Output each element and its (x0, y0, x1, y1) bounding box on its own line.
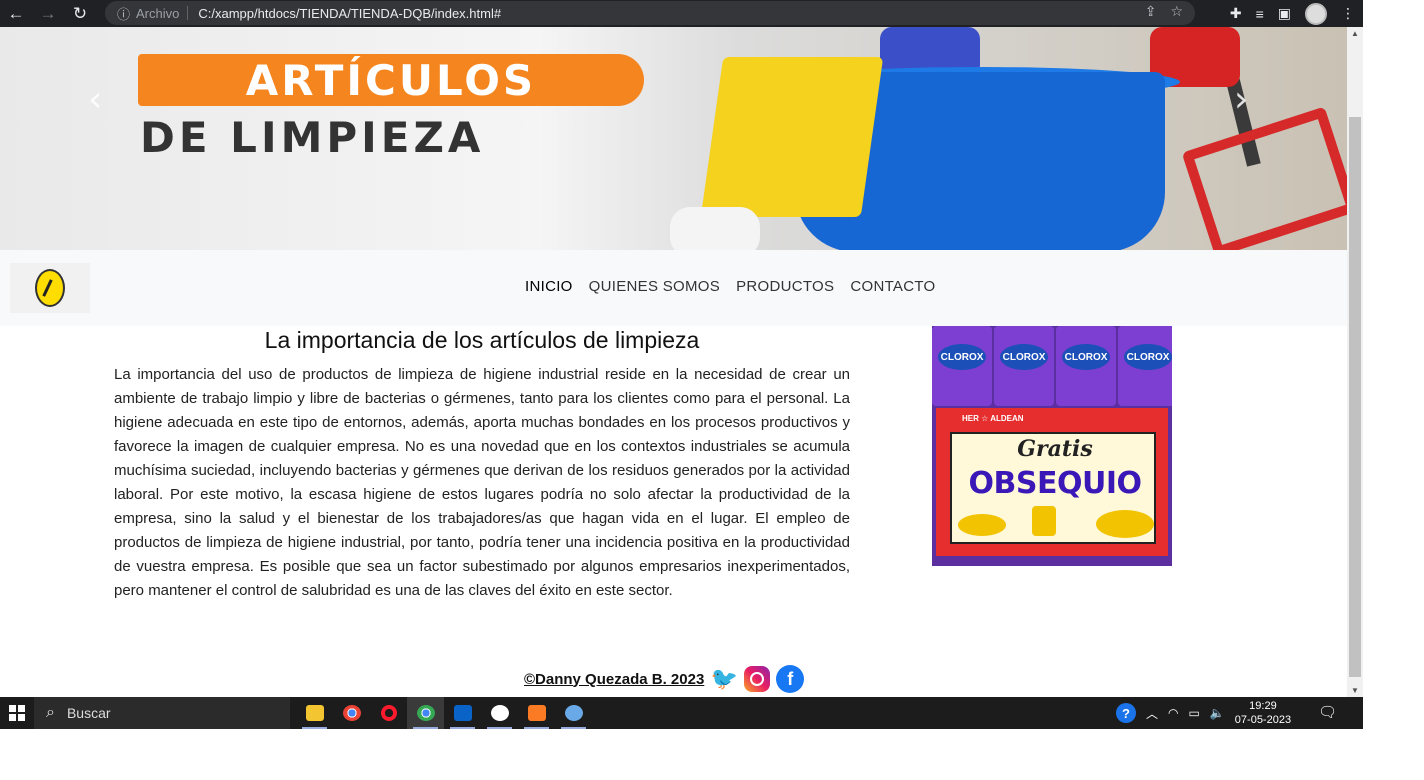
pack-brand: CLOROX (1124, 344, 1172, 370)
site-navbar: INICIO QUIENES SOMOS PRODUCTOS CONTACTO (0, 250, 1347, 326)
facebook-icon[interactable]: f (776, 665, 805, 693)
clock-date: 07-05-2023 (1234, 714, 1292, 726)
search-placeholder: Buscar (66, 705, 111, 721)
taskbar-apps (296, 697, 592, 729)
pack-brand: CLOROX (1062, 344, 1110, 370)
search-icon: ⌕ (46, 704, 55, 721)
promo-gratis: Gratis (1017, 436, 1093, 462)
outlook-icon[interactable] (444, 697, 481, 729)
profile-avatar[interactable] (1305, 2, 1327, 25)
clock-time: 19:29 (1249, 700, 1277, 712)
address-bar[interactable]: ⓘ Archivo C:/xampp/htdocs/TIENDA/TIENDA-… (105, 1, 1195, 25)
yellow-basin-icon (958, 514, 1006, 536)
windows-taskbar: ⌕ Buscar ? ︿ ◠ ▭ 🔈 19:29 07-05-2023 🗨 (0, 697, 1363, 729)
yellow-cup-icon (1032, 506, 1056, 536)
wifi-icon[interactable]: ◠ (1168, 706, 1178, 720)
carousel-next-icon[interactable]: › (1234, 79, 1248, 120)
extensions-icon[interactable]: ✚ (1230, 5, 1242, 22)
share-icon[interactable]: ⇪ (1145, 3, 1157, 20)
system-tray: ? ︿ ◠ ▭ 🔈 19:29 07-05-2023 (1116, 697, 1291, 729)
nav-inicio[interactable]: INICIO (525, 278, 573, 295)
page-scrollbar[interactable]: ▲ ▼ (1347, 27, 1363, 697)
battery-icon[interactable]: ▭ (1189, 706, 1200, 720)
store-brand: HER ☆ ALDEAN (962, 414, 1024, 423)
app-icon[interactable] (555, 697, 592, 729)
nav-links: INICIO QUIENES SOMOS PRODUCTOS CONTACTO (525, 278, 936, 295)
article-title: La importancia de los artículos de limpi… (264, 327, 700, 353)
star-icon[interactable]: ☆ (1170, 3, 1183, 20)
reading-list-icon[interactable]: ≡ (1256, 6, 1264, 22)
instagram-icon[interactable] (744, 666, 771, 692)
promo-card: Gratis OBSEQUIO (950, 432, 1156, 544)
yellow-basin-icon (1096, 510, 1154, 538)
browser-toolbar: ← → ↻ ⓘ Archivo C:/xampp/htdocs/TIENDA/T… (0, 0, 1363, 27)
yellow-cloth (700, 57, 884, 217)
notification-icon[interactable]: 🗨 (1318, 703, 1337, 721)
xampp-icon[interactable] (518, 697, 555, 729)
web-page: ARTÍCULOS DE LIMPIEZA ‹ › INICIO QUIENES… (0, 27, 1347, 697)
nav-productos[interactable]: PRODUCTOS (736, 278, 834, 295)
carousel-banner: ARTÍCULOS DE LIMPIEZA ‹ › (0, 27, 1347, 250)
screen: ← → ↻ ⓘ Archivo C:/xampp/htdocs/TIENDA/T… (0, 0, 1424, 780)
banner-title-box: ARTÍCULOS (138, 54, 644, 106)
chevron-up-icon[interactable]: ︿ (1146, 705, 1158, 722)
github-icon[interactable] (481, 697, 518, 729)
volume-icon[interactable]: 🔈 (1210, 706, 1225, 720)
pack-brand: CLOROX (1000, 344, 1048, 370)
nav-quienes-somos[interactable]: QUIENES SOMOS (589, 278, 720, 295)
article-body: La importancia del uso de productos de l… (114, 366, 850, 599)
scroll-up-icon[interactable]: ▲ (1347, 29, 1363, 38)
broom-logo-icon (35, 269, 65, 307)
info-icon[interactable]: ⓘ (117, 4, 130, 23)
sidebar-icon[interactable]: ▣ (1278, 5, 1291, 22)
scroll-thumb[interactable] (1349, 117, 1361, 677)
taskbar-search[interactable]: ⌕ Buscar (34, 697, 290, 729)
footer: ©Danny Quezada B. 2023 🐦 f (524, 665, 805, 693)
forward-icon[interactable]: → (32, 0, 64, 27)
pack-brand: CLOROX (938, 344, 986, 370)
clock[interactable]: 19:29 07-05-2023 (1235, 699, 1291, 727)
product-pack: CLOROX (932, 326, 992, 406)
back-icon[interactable]: ← (0, 0, 32, 27)
reload-icon[interactable]: ↻ (64, 0, 96, 27)
twitter-icon[interactable]: 🐦 (710, 665, 738, 693)
windows-start-icon[interactable] (0, 697, 34, 729)
opera-icon[interactable] (370, 697, 407, 729)
chrome-icon[interactable] (333, 697, 370, 729)
chrome-active-icon[interactable] (407, 697, 444, 729)
promo-obsequio: OBSEQUIO (968, 466, 1143, 501)
promo-image[interactable]: CLOROX CLOROX CLOROX CLOROX HER ☆ ALDEAN… (932, 326, 1172, 566)
scroll-down-icon[interactable]: ▼ (1347, 686, 1363, 695)
scheme-label: Archivo (136, 5, 180, 21)
red-mop (1181, 106, 1347, 250)
product-pack: CLOROX (1118, 326, 1172, 406)
carousel-prev-icon[interactable]: ‹ (88, 79, 102, 120)
url-text[interactable]: C:/xampp/htdocs/TIENDA/TIENDA-DQB/index.… (198, 6, 501, 21)
help-icon[interactable]: ? (1116, 703, 1136, 723)
nav-contacto[interactable]: CONTACTO (850, 278, 935, 295)
promo-sign: HER ☆ ALDEAN Gratis OBSEQUIO (936, 408, 1168, 556)
file-explorer-icon[interactable] (296, 697, 333, 729)
divider (187, 6, 189, 20)
banner-title-line2: DE LIMPIEZA (140, 113, 485, 162)
footer-credit[interactable]: ©Danny Quezada B. 2023 (524, 671, 704, 688)
site-logo[interactable] (10, 263, 90, 313)
product-pack: CLOROX (1056, 326, 1116, 406)
product-pack: CLOROX (994, 326, 1054, 406)
banner-title-line1: ARTÍCULOS (245, 55, 537, 105)
menu-icon[interactable]: ⋮ (1341, 5, 1355, 22)
bottle-white (670, 207, 760, 250)
